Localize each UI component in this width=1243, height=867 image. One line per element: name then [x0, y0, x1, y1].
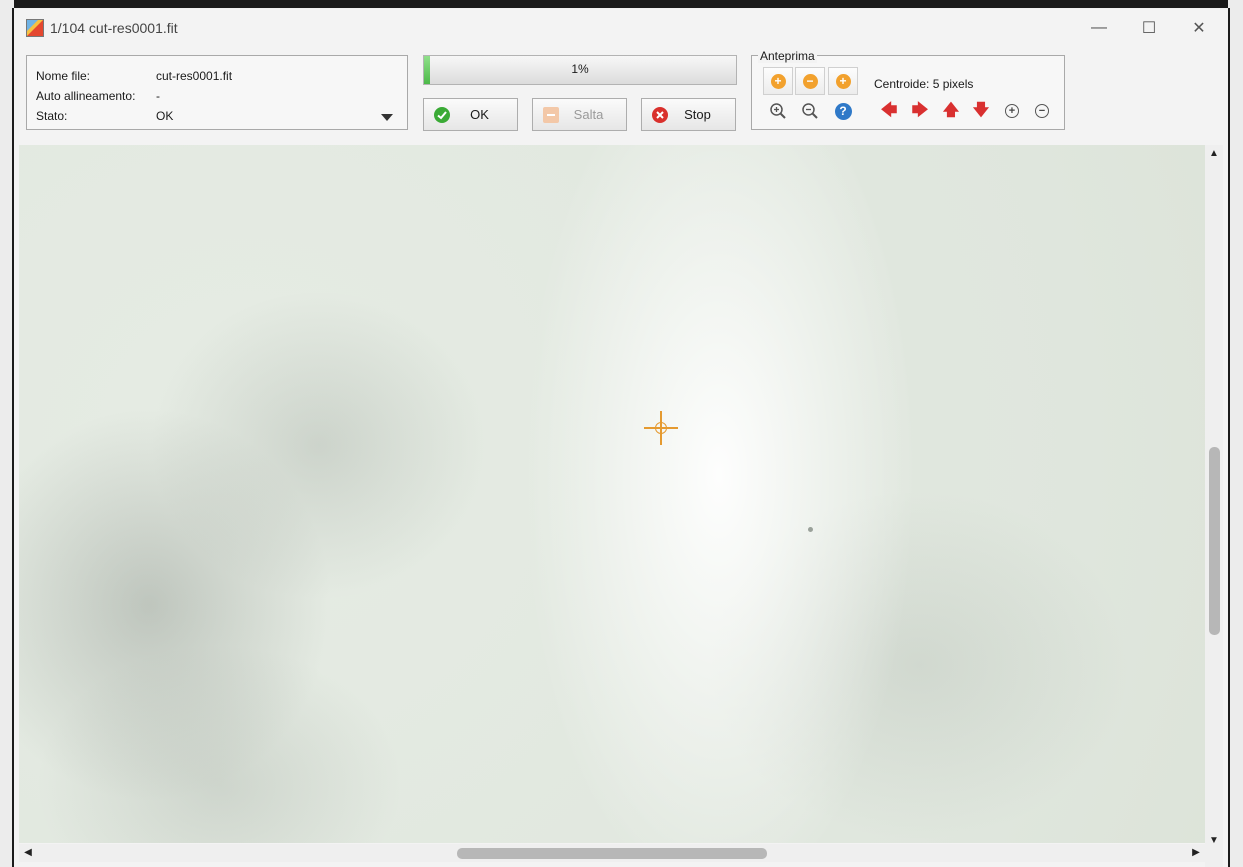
progress-text: 1% [571, 62, 589, 76]
solar-image [19, 145, 1205, 843]
preview-legend: Anteprima [758, 49, 817, 63]
title-bar[interactable]: 1/104 cut-res0001.fit — ☐ ✕ [14, 9, 1228, 47]
desktop-frame-top [0, 0, 1243, 8]
dust-speck [808, 527, 813, 532]
dropdown-arrow-icon[interactable] [381, 114, 393, 121]
stop-button[interactable]: Stop [641, 98, 736, 131]
image-preview-viewport[interactable] [19, 145, 1205, 843]
minus-icon: − [802, 73, 818, 89]
plus-icon: + [835, 73, 851, 89]
circle-minus-icon: − [1035, 104, 1049, 118]
zoom-in-button[interactable] [763, 97, 793, 125]
desktop-frame-right [1228, 0, 1243, 867]
contrast-plus-button[interactable]: + [828, 67, 858, 95]
brightness-plus-button[interactable]: + [763, 67, 793, 95]
plus-icon: + [770, 73, 786, 89]
vertical-scrollbar[interactable]: ▲ ▼ [1205, 145, 1223, 850]
maximize-button[interactable]: ☐ [1126, 9, 1172, 47]
centroid-increase-button[interactable]: + [997, 97, 1027, 125]
move-down-button[interactable]: 🡇 [966, 97, 996, 125]
centroid-label: Centroide: 5 pixels [874, 77, 974, 91]
window-border-right [1228, 8, 1230, 867]
centroid-decrease-button[interactable]: − [1027, 97, 1057, 125]
progress-bar: 1% [423, 55, 737, 85]
stop-button-label: Stop [684, 107, 711, 122]
arrow-up-icon: 🡅 [942, 102, 960, 119]
alignment-window: 1/104 cut-res0001.fit — ☐ ✕ Nome file: c… [14, 9, 1228, 867]
close-button[interactable]: ✕ [1176, 9, 1222, 47]
scroll-left-icon[interactable]: ◀ [19, 844, 37, 862]
file-info-panel[interactable]: Nome file: cut-res0001.fit Auto allineam… [26, 55, 408, 130]
window-title: 1/104 cut-res0001.fit [50, 20, 178, 36]
arrow-left-icon: 🡄 [880, 102, 898, 119]
state-label: Stato: [36, 109, 68, 123]
auto-align-value: - [156, 89, 160, 103]
zoom-out-button[interactable] [795, 97, 825, 125]
move-right-button[interactable]: 🡆 [905, 97, 935, 125]
help-button[interactable]: ? [828, 97, 858, 125]
horizontal-scrollbar[interactable]: ◀ ▶ [19, 844, 1205, 862]
move-left-button[interactable]: 🡄 [874, 97, 904, 125]
preview-panel: Anteprima + − + ? Centroide: 5 pixels 🡄 … [751, 49, 1065, 130]
ok-button[interactable]: OK [423, 98, 518, 131]
brightness-minus-button[interactable]: − [795, 67, 825, 95]
scroll-up-icon[interactable]: ▲ [1205, 145, 1223, 163]
horizontal-scroll-thumb[interactable] [457, 848, 767, 859]
skip-button[interactable]: Salta [532, 98, 627, 131]
centroid-crosshair-icon[interactable] [644, 411, 678, 445]
minimize-button[interactable]: — [1076, 9, 1122, 47]
arrow-right-icon: 🡆 [911, 102, 929, 119]
scrollbar-corner [1205, 850, 1223, 867]
zoom-in-icon [770, 103, 786, 119]
move-up-button[interactable]: 🡅 [936, 97, 966, 125]
arrow-down-icon: 🡇 [972, 102, 990, 119]
auto-align-label: Auto allineamento: [36, 89, 136, 103]
state-value: OK [156, 109, 174, 123]
app-icon [26, 19, 44, 37]
vertical-scroll-thumb[interactable] [1209, 447, 1220, 635]
file-name-label: Nome file: [36, 69, 91, 83]
zoom-out-icon [802, 103, 818, 119]
scroll-down-icon[interactable]: ▼ [1205, 832, 1223, 850]
toolbar: Nome file: cut-res0001.fit Auto allineam… [14, 47, 1228, 143]
file-name-value: cut-res0001.fit [156, 69, 233, 83]
scroll-right-icon[interactable]: ▶ [1187, 844, 1205, 862]
circle-plus-icon: + [1005, 104, 1019, 118]
skip-button-label: Salta [573, 107, 604, 122]
ok-button-label: OK [470, 107, 489, 122]
help-icon: ? [834, 102, 852, 120]
